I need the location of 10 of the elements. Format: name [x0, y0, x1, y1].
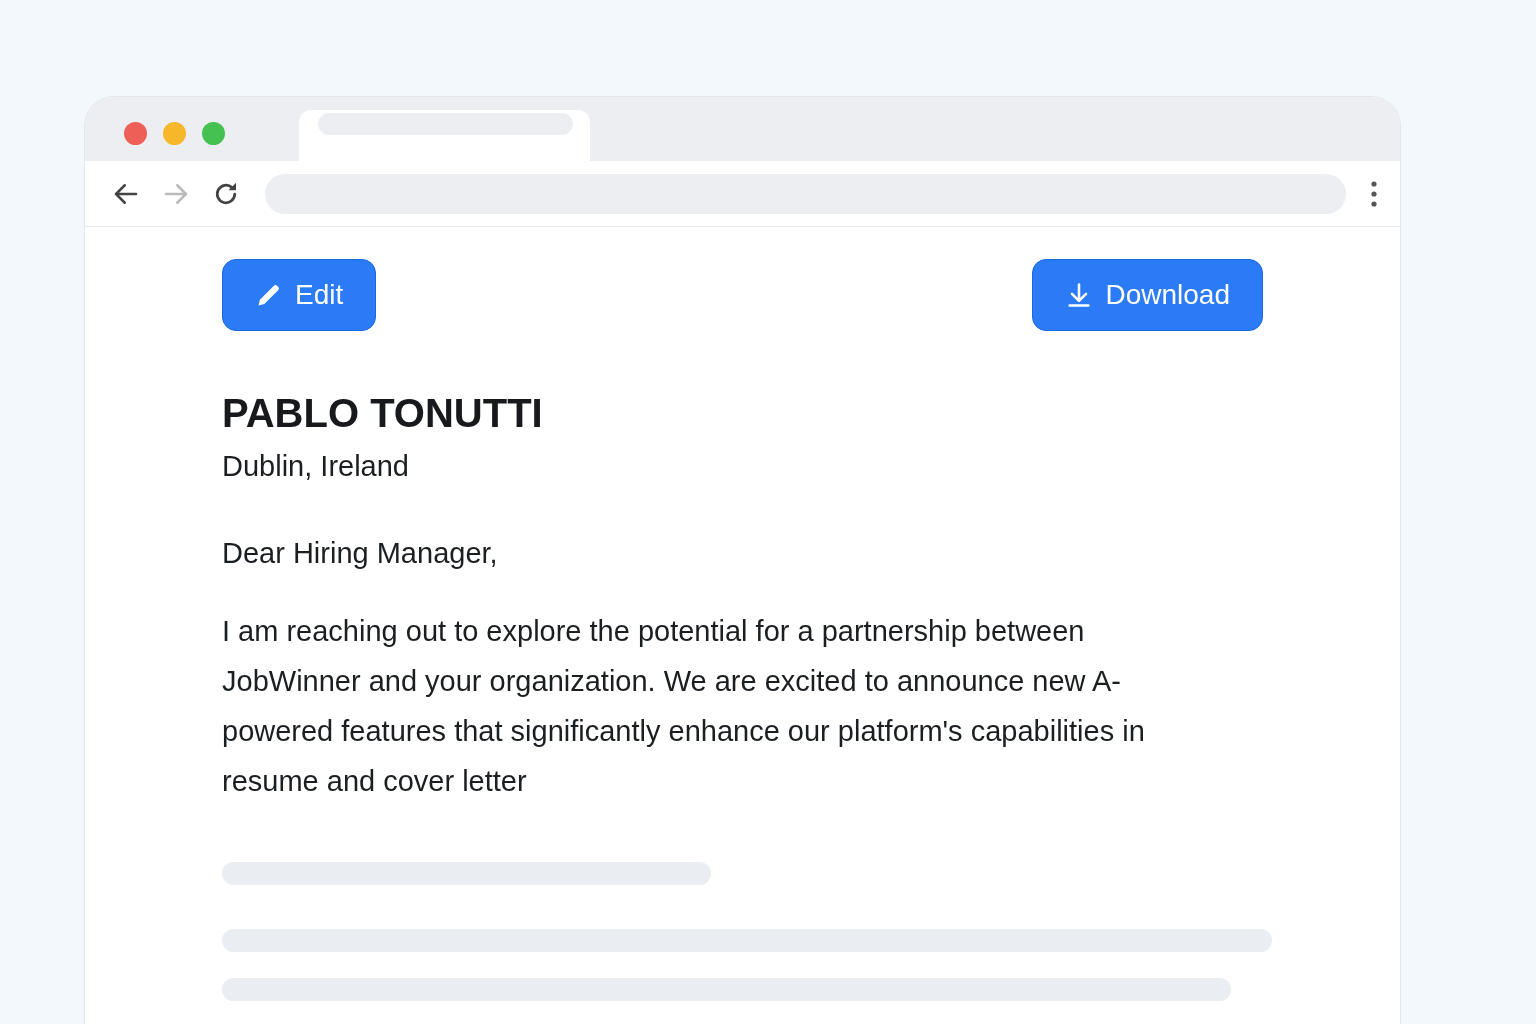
- maximize-window-icon[interactable]: [202, 122, 225, 145]
- letter-paragraph: I am reaching out to explore the potential for a partnership between JobWinner and your organization. We are excited to announce new A-powered features that significantly enhance our platform's capabilities in resume and cover letter: [222, 614, 1146, 799]
- applicant-name: PABLO TONUTTI: [222, 391, 544, 436]
- more-menu-icon[interactable]: [1370, 179, 1378, 208]
- close-window-icon[interactable]: [124, 122, 147, 145]
- edit-button[interactable]: Edit: [222, 259, 377, 331]
- applicant-location: Dublin, Ireland: [222, 450, 410, 483]
- minimize-window-icon[interactable]: [163, 122, 186, 145]
- letter-greeting: Dear Hiring Manager,: [222, 537, 499, 570]
- download-button[interactable]: Download: [1032, 259, 1263, 331]
